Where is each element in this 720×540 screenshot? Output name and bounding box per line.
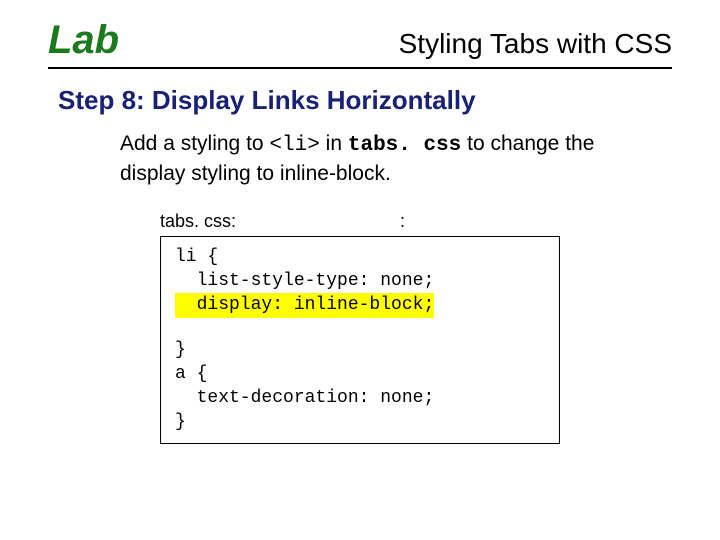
code-line-4: } <box>175 338 559 362</box>
instruction-paragraph: Add a styling to <li> in tabs. css to ch… <box>120 130 620 189</box>
text-pre: Add a styling to <box>120 132 269 155</box>
code-block: li { list-style-type: none; display: inl… <box>160 236 560 444</box>
code-line-5: a { <box>175 362 559 386</box>
code-line-1: li { <box>175 245 559 269</box>
inline-code-file: tabs. css <box>348 134 461 157</box>
code-label-left: tabs. css: <box>160 211 400 232</box>
highlighted-code: display: inline-block; <box>175 293 434 317</box>
inline-code-li: <li> <box>269 134 319 157</box>
code-label-right: : <box>400 211 405 232</box>
code-line-6: text-decoration: none; <box>175 386 559 410</box>
header-divider <box>48 67 672 69</box>
page-title: Styling Tabs with CSS <box>399 28 672 60</box>
text-mid1: in <box>320 132 348 155</box>
code-line-3: display: inline-block; <box>175 293 559 317</box>
lab-badge: Lab <box>48 18 119 63</box>
code-line-2: list-style-type: none; <box>175 269 559 293</box>
step-heading: Step 8: Display Links Horizontally <box>58 85 720 116</box>
code-line-7: } <box>175 410 559 434</box>
